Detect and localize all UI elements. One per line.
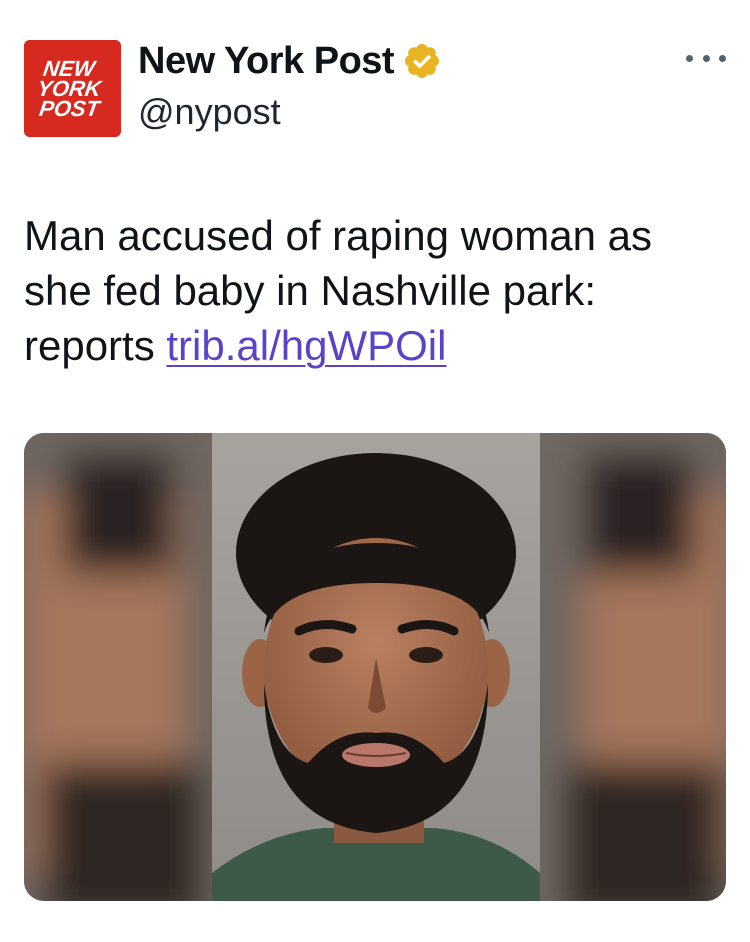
more-dot	[702, 54, 710, 62]
mugshot-photo-icon	[24, 433, 726, 901]
author-display-name[interactable]: New York Post	[138, 38, 442, 84]
more-options-button[interactable]	[686, 48, 726, 68]
avatar[interactable]: NEW YORK POST	[24, 40, 121, 137]
tweet-media-image[interactable]	[24, 433, 726, 901]
tweet-link[interactable]: trib.al/hgWPOil	[166, 322, 446, 369]
more-dot	[719, 54, 726, 62]
more-horizontal-icon	[686, 54, 693, 62]
verified-badge-icon[interactable]	[402, 41, 442, 81]
author-handle[interactable]: @nypost	[138, 90, 281, 134]
tweet-body: Man accused of raping woman as she fed b…	[24, 208, 724, 373]
avatar-line-3: POST	[38, 96, 104, 121]
nypost-logo-icon: NEW YORK POST	[24, 40, 121, 137]
display-name-text: New York Post	[138, 40, 395, 82]
